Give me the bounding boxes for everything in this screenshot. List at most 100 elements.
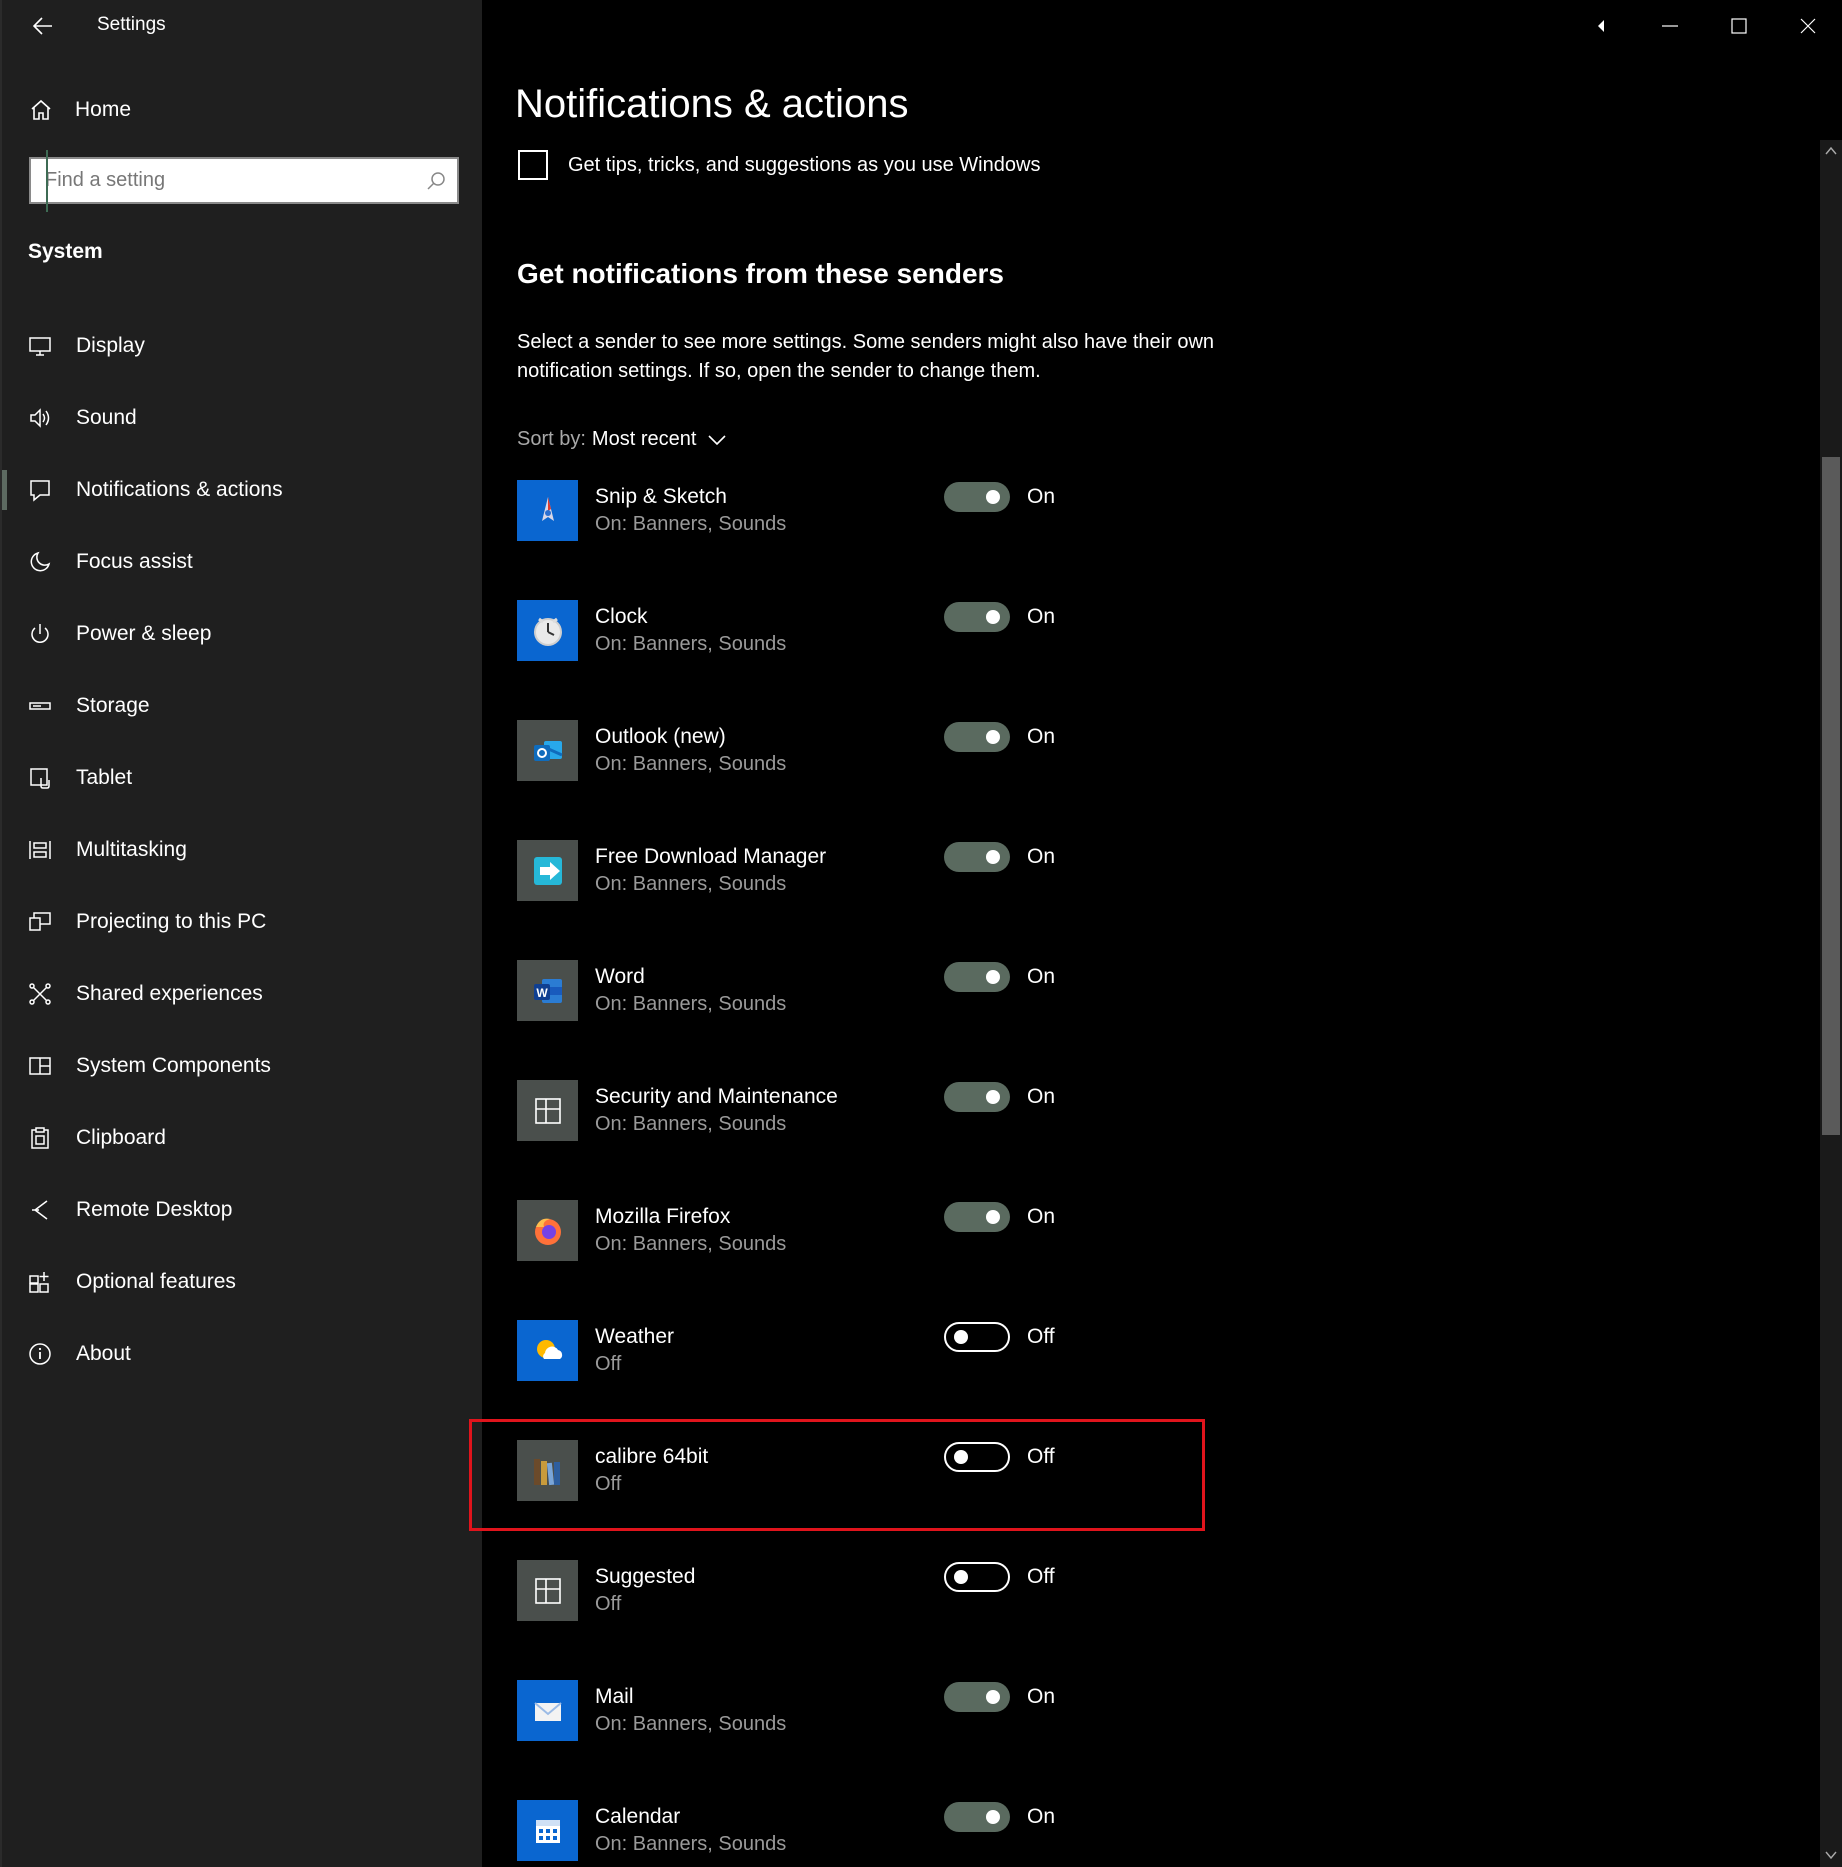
sidebar-item-label: Display [76, 334, 145, 357]
minimize-icon [1661, 25, 1678, 27]
sender-status: Off [595, 1473, 622, 1495]
notification-toggle[interactable] [944, 602, 1010, 632]
notification-toggle[interactable] [944, 1202, 1010, 1232]
toggle-knob [986, 970, 1000, 984]
toggle-state-label: Off [1027, 1445, 1055, 1468]
search-icon[interactable] [425, 170, 447, 192]
sender-row[interactable]: Security and Maintenance On: Banners, Sou… [517, 1080, 1237, 1200]
sender-name: Free Download Manager [595, 845, 827, 868]
tablet-icon [26, 764, 54, 792]
sidebar-item-projecting[interactable]: Projecting to this PC [2, 886, 484, 958]
sender-row[interactable]: calibre 64bit Off Off [517, 1440, 1237, 1560]
sidebar-item-clipboard[interactable]: Clipboard [2, 1102, 484, 1174]
sidebar-item-notifications[interactable]: Notifications & actions [2, 454, 484, 526]
sender-name: Security and Maintenance [595, 1085, 838, 1108]
sender-status: Off [595, 1593, 622, 1615]
moon-icon [26, 548, 54, 576]
sender-status: Off [595, 1353, 622, 1375]
section-heading: System [28, 240, 103, 263]
chevron-down-icon[interactable] [708, 434, 726, 446]
storage-icon [26, 692, 54, 720]
back-arrow-icon [33, 17, 52, 35]
security-maintenance-icon [517, 1080, 578, 1141]
sender-row[interactable]: Calendar On: Banners, Sounds On [517, 1800, 1237, 1867]
sort-value[interactable]: Most recent [592, 428, 696, 451]
toggle-knob [986, 730, 1000, 744]
power-icon [26, 620, 54, 648]
notification-toggle[interactable] [944, 1802, 1010, 1832]
sidebar-item-label: About [76, 1342, 131, 1365]
toggle-knob [986, 850, 1000, 864]
clock-icon [517, 600, 578, 661]
sidebar-item-storage[interactable]: Storage [2, 670, 484, 742]
outlook-icon [517, 720, 578, 781]
sender-row[interactable]: Suggested Off Off [517, 1560, 1237, 1680]
svg-text:W: W [536, 986, 548, 1000]
sidebar-item-focus-assist[interactable]: Focus assist [2, 526, 484, 598]
suggested-icon [517, 1560, 578, 1621]
notification-toggle[interactable] [944, 722, 1010, 752]
shared-experiences-icon [26, 980, 54, 1008]
sender-row[interactable]: Mozilla Firefox On: Banners, Sounds On [517, 1200, 1237, 1320]
tips-checkbox-row[interactable]: Get tips, tricks, and suggestions as you… [518, 150, 1040, 180]
notification-toggle[interactable] [944, 482, 1010, 512]
sidebar-item-system-components[interactable]: System Components [2, 1030, 484, 1102]
tips-checkbox[interactable] [518, 150, 548, 180]
back-button[interactable] [22, 8, 64, 44]
sidebar-item-sound[interactable]: Sound [2, 382, 484, 454]
sidebar-item-display[interactable]: Display [2, 310, 484, 382]
sidebar-item-label: Tablet [76, 766, 133, 789]
toggle-state-label: On [1027, 845, 1056, 868]
caret-button[interactable] [1566, 0, 1635, 52]
sidebar-item-shared-experiences[interactable]: Shared experiences [2, 958, 484, 1030]
sidebar-item-multitasking[interactable]: Multitasking [2, 814, 484, 886]
toggle-state-label: On [1027, 725, 1056, 748]
toggle-state-label: On [1027, 965, 1056, 988]
sender-row[interactable]: Free Download Manager On: Banners, Sounds… [517, 840, 1237, 960]
senders-description: Select a sender to see more settings. So… [517, 331, 1215, 382]
sidebar-item-about[interactable]: About [2, 1318, 484, 1390]
notification-toggle[interactable] [944, 962, 1010, 992]
sender-row[interactable]: Mail On: Banners, Sounds On [517, 1680, 1237, 1800]
sender-row[interactable]: Clock On: Banners, Sounds On [517, 600, 1237, 720]
sender-status: On: Banners, Sounds [595, 1713, 787, 1735]
minimize-button[interactable] [1635, 0, 1704, 52]
nav-home[interactable]: Home [2, 88, 484, 132]
mail-icon [517, 1680, 578, 1741]
notification-toggle[interactable] [944, 1682, 1010, 1712]
sender-row[interactable]: Weather Off Off [517, 1320, 1237, 1440]
toggle-knob [954, 1570, 968, 1584]
sender-row[interactable]: Outlook (new) On: Banners, Sounds On [517, 720, 1237, 840]
toggle-knob [954, 1330, 968, 1344]
notification-toggle[interactable] [944, 1322, 1010, 1352]
toggle-state-label: On [1027, 605, 1056, 628]
maximize-button[interactable] [1704, 0, 1773, 52]
close-button[interactable] [1773, 0, 1842, 52]
sidebar-item-optional-features[interactable]: Optional features [2, 1246, 484, 1318]
scrollbar-thumb[interactable] [1822, 457, 1840, 1135]
notification-toggle[interactable] [944, 842, 1010, 872]
sidebar-item-label: Notifications & actions [76, 478, 283, 501]
page-title: Notifications & actions [515, 82, 909, 126]
sidebar-item-power-sleep[interactable]: Power & sleep [2, 598, 484, 670]
sender-name: Mozilla Firefox [595, 1205, 731, 1228]
search-input[interactable] [45, 159, 425, 202]
notification-toggle[interactable] [944, 1562, 1010, 1592]
sidebar-item-label: Multitasking [76, 838, 187, 861]
notification-toggle[interactable] [944, 1082, 1010, 1112]
search-box[interactable] [29, 157, 459, 204]
scroll-down-icon[interactable] [1823, 1848, 1839, 1862]
sender-row[interactable]: W Word On: Banners, Sounds On [517, 960, 1237, 1080]
sidebar-item-remote-desktop[interactable]: Remote Desktop [2, 1174, 484, 1246]
sort-dropdown[interactable]: Sort by: Most recent [517, 428, 726, 451]
sidebar-item-tablet[interactable]: Tablet [2, 742, 484, 814]
toggle-knob [986, 490, 1000, 504]
scroll-up-icon[interactable] [1823, 144, 1839, 158]
window-controls [1566, 0, 1842, 52]
notification-toggle[interactable] [944, 1442, 1010, 1472]
toggle-knob [986, 1810, 1000, 1824]
sender-row[interactable]: Snip & Sketch On: Banners, Sounds On [517, 480, 1237, 600]
sidebar-item-label: Shared experiences [76, 982, 263, 1005]
toggle-knob [986, 1090, 1000, 1104]
toggle-state-label: On [1027, 1085, 1056, 1108]
